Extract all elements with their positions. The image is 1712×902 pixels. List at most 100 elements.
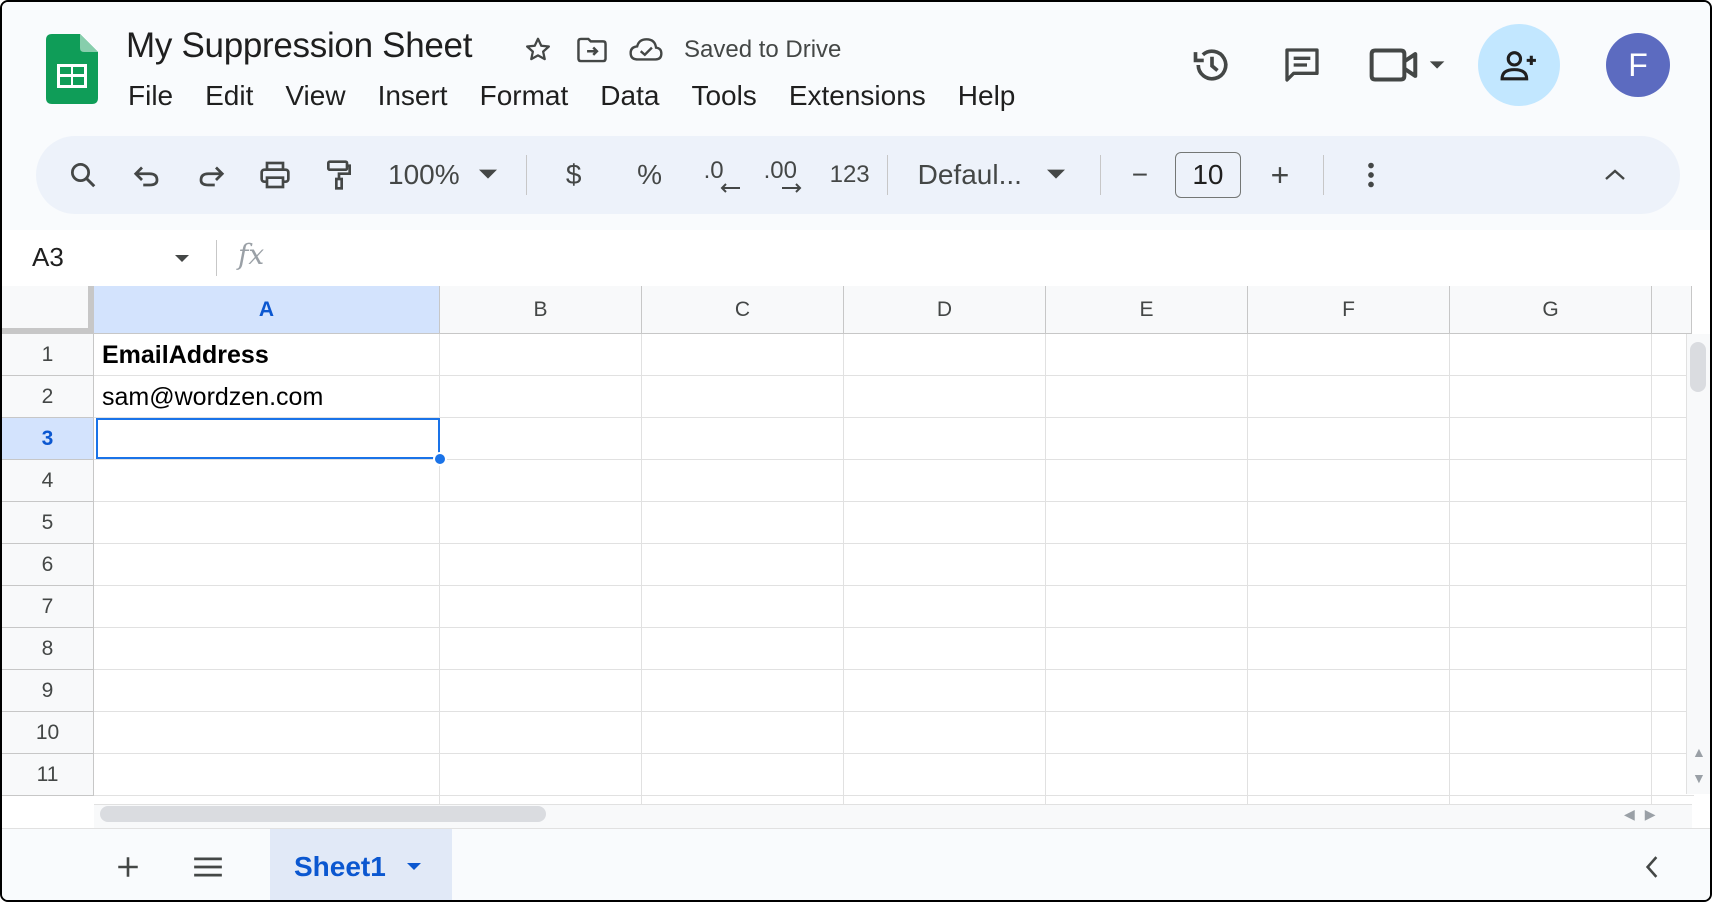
scroll-up-icon[interactable]: ▲ xyxy=(1692,744,1706,760)
font-select[interactable]: Defaul... xyxy=(914,150,1078,200)
row-gridline xyxy=(94,501,1694,502)
menu-data[interactable]: Data xyxy=(584,76,675,116)
add-sheet-button[interactable] xyxy=(108,847,148,887)
toolbar-divider xyxy=(525,155,527,195)
column-gridline xyxy=(1449,334,1450,828)
redo-button[interactable] xyxy=(186,150,236,200)
chevron-down-icon[interactable] xyxy=(404,862,424,872)
menu-file[interactable]: File xyxy=(112,76,189,116)
vertical-scroll-arrows: ▲ ▼ xyxy=(1692,744,1706,786)
row-header-8[interactable]: 8 xyxy=(2,628,94,670)
menu-format[interactable]: Format xyxy=(464,76,585,116)
hide-menus-button[interactable] xyxy=(1590,150,1640,200)
sheet-tab-active[interactable]: Sheet1 xyxy=(270,829,452,900)
cell-a2[interactable]: sam@wordzen.com xyxy=(102,376,323,418)
more-options-button[interactable] xyxy=(1346,150,1396,200)
horizontal-scrollbar-thumb[interactable] xyxy=(100,806,546,822)
row-header-10[interactable]: 10 xyxy=(2,712,94,754)
fill-handle[interactable] xyxy=(433,452,447,466)
column-header-d[interactable]: D xyxy=(844,286,1046,334)
header-actions: F xyxy=(1154,24,1670,106)
scroll-right-icon[interactable]: ▶ xyxy=(1645,806,1656,823)
formula-input[interactable] xyxy=(292,238,1672,278)
currency-format-button[interactable]: $ xyxy=(549,150,599,200)
scroll-down-icon[interactable]: ▼ xyxy=(1692,770,1706,786)
cell-a1[interactable]: EmailAddress xyxy=(102,334,269,376)
increase-font-size-button[interactable]: + xyxy=(1255,150,1305,200)
row-gridline xyxy=(94,795,1694,796)
row-header-7[interactable]: 7 xyxy=(2,586,94,628)
chevron-down-icon[interactable] xyxy=(172,254,192,264)
account-avatar[interactable]: F xyxy=(1606,33,1670,97)
active-cell-selection[interactable] xyxy=(96,418,440,459)
column-header-partial[interactable] xyxy=(1652,286,1692,334)
increase-decimal-button[interactable]: .00 xyxy=(761,150,811,200)
percent-format-button[interactable]: % xyxy=(625,150,675,200)
row-gridline xyxy=(94,669,1694,670)
column-gridline xyxy=(641,334,642,828)
column-header-b[interactable]: B xyxy=(440,286,642,334)
star-icon[interactable] xyxy=(520,32,556,68)
menu-tools[interactable]: Tools xyxy=(675,76,772,116)
comments-icon[interactable] xyxy=(1270,33,1334,97)
fx-icon: fx xyxy=(238,238,265,271)
column-header-f[interactable]: F xyxy=(1248,286,1450,334)
formula-divider xyxy=(216,240,217,276)
scroll-left-icon[interactable]: ◀ xyxy=(1624,806,1635,823)
undo-icon xyxy=(133,166,159,187)
paint-format-button[interactable] xyxy=(314,150,364,200)
vertical-scrollbar-thumb[interactable] xyxy=(1690,342,1706,392)
column-header-a[interactable]: A xyxy=(94,286,440,334)
menu-extensions[interactable]: Extensions xyxy=(773,76,942,116)
font-size-input[interactable]: 10 xyxy=(1174,152,1241,198)
column-header-c[interactable]: C xyxy=(642,286,844,334)
app-header: My Suppression Sheet Saved to Drive File… xyxy=(2,2,1710,126)
horizontal-scroll-arrows: ◀ ▶ xyxy=(1624,806,1656,823)
side-panel-toggle[interactable] xyxy=(1634,849,1670,885)
document-title[interactable]: My Suppression Sheet xyxy=(126,26,472,66)
redo-icon xyxy=(199,166,225,187)
move-folder-icon[interactable] xyxy=(574,32,610,68)
name-box[interactable]: A3 xyxy=(32,242,64,273)
menu-view[interactable]: View xyxy=(269,76,361,116)
column-header-g[interactable]: G xyxy=(1450,286,1652,334)
all-sheets-button[interactable] xyxy=(188,847,228,887)
sheet-tab-label: Sheet1 xyxy=(294,851,386,882)
formula-bar: A3 fx xyxy=(2,230,1710,286)
search-icon xyxy=(71,163,96,188)
row-header-2[interactable]: 2 xyxy=(2,376,94,418)
meet-video-icon[interactable] xyxy=(1360,33,1456,97)
row-gridline xyxy=(94,459,1694,460)
row-header-3[interactable]: 3 xyxy=(2,418,94,460)
decrease-decimal-button[interactable]: .0 xyxy=(697,150,747,200)
version-history-icon[interactable] xyxy=(1180,33,1244,97)
row-header-1[interactable]: 1 xyxy=(2,334,94,376)
undo-button[interactable] xyxy=(122,150,172,200)
search-menus-button[interactable] xyxy=(58,150,108,200)
zoom-select[interactable]: 100% xyxy=(384,150,510,200)
row-header-5[interactable]: 5 xyxy=(2,502,94,544)
menu-edit[interactable]: Edit xyxy=(189,76,269,116)
column-header-e[interactable]: E xyxy=(1046,286,1248,334)
chevron-down-icon xyxy=(478,169,497,179)
row-header-4[interactable]: 4 xyxy=(2,460,94,502)
more-formats-button[interactable]: 123 xyxy=(825,150,875,200)
row-gridline xyxy=(94,375,1694,376)
menu-insert[interactable]: Insert xyxy=(362,76,464,116)
row-header-6[interactable]: 6 xyxy=(2,544,94,586)
sheets-logo-icon[interactable] xyxy=(46,34,98,104)
save-status: Saved to Drive xyxy=(684,36,842,63)
select-all-corner[interactable] xyxy=(2,286,94,334)
row-header-11[interactable]: 11 xyxy=(2,754,94,796)
share-button[interactable] xyxy=(1478,24,1560,106)
print-button[interactable] xyxy=(250,150,300,200)
vertical-scrollbar-track[interactable] xyxy=(1686,334,1710,794)
decrease-font-size-button[interactable]: − xyxy=(1115,150,1165,200)
arrow-left-icon xyxy=(720,183,740,193)
menu-help[interactable]: Help xyxy=(942,76,1032,116)
row-header-9[interactable]: 9 xyxy=(2,670,94,712)
zoom-value: 100% xyxy=(388,159,460,190)
cloud-saved-icon[interactable] xyxy=(628,32,664,68)
sheet-tabs-bar: Sheet1 xyxy=(2,828,1710,900)
row-gridline xyxy=(94,585,1694,586)
